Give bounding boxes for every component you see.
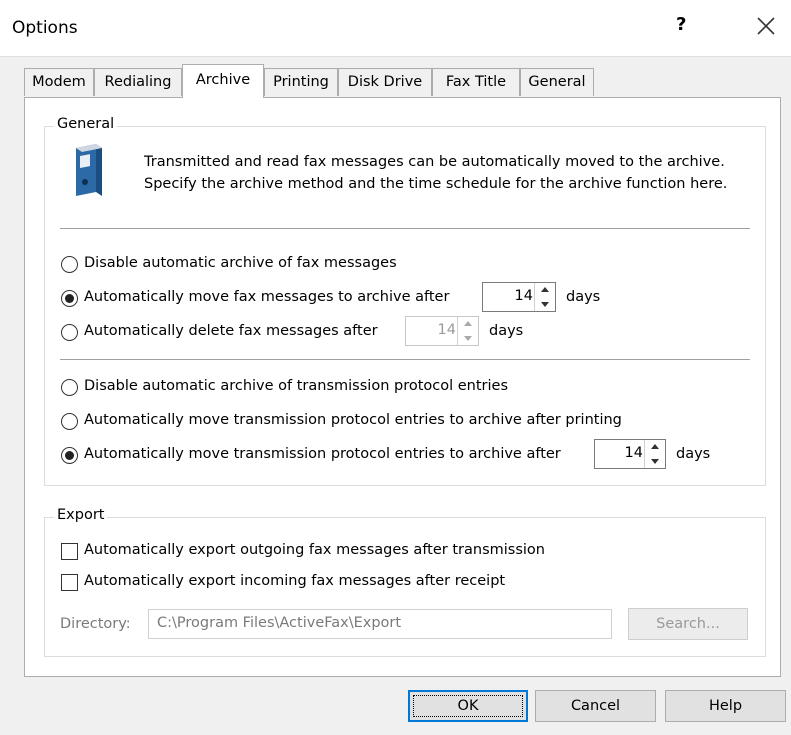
protocol-days-unit: days (676, 446, 711, 462)
help-button[interactable]: Help (665, 690, 786, 722)
general-group-legend: General (54, 116, 118, 132)
tab-modem[interactable]: Modem (24, 68, 94, 96)
protocol-days-value: 14 (624, 445, 643, 461)
directory-input[interactable]: C:\Program Files\ActiveFax\Export (148, 609, 612, 639)
label-export-outgoing: Automatically export outgoing fax messag… (84, 542, 545, 558)
spin-down-icon[interactable] (535, 297, 555, 311)
binder-icon (76, 144, 102, 196)
title-bar: Options ? (0, 0, 791, 57)
separator-2 (60, 359, 750, 360)
help-icon[interactable]: ? (676, 14, 686, 35)
radio-disable-fax-archive[interactable] (61, 256, 78, 273)
checkbox-export-outgoing[interactable] (61, 543, 78, 560)
close-button[interactable] (744, 6, 788, 46)
radio-disable-protocol-archive[interactable] (61, 379, 78, 396)
focus-rect (413, 695, 523, 717)
move-fax-days-spinner[interactable]: 14 (482, 282, 556, 312)
move-fax-days-value: 14 (514, 288, 533, 304)
label-disable-protocol-archive: Disable automatic archive of transmissio… (84, 378, 509, 394)
label-disable-fax-archive: Disable automatic archive of fax message… (84, 255, 397, 271)
tab-disk-drive[interactable]: Disk Drive (338, 68, 432, 96)
directory-label: Directory: (60, 616, 131, 632)
label-move-fax-archive: Automatically move fax messages to archi… (84, 289, 450, 305)
tab-redialing[interactable]: Redialing (94, 68, 182, 96)
label-delete-fax: Automatically delete fax messages after (84, 323, 378, 339)
options-dialog: Options ? Modem Redialing Archive Printi… (0, 0, 791, 735)
checkbox-export-incoming[interactable] (61, 574, 78, 591)
tab-general[interactable]: General (520, 68, 594, 96)
tab-fax-title[interactable]: Fax Title (432, 68, 520, 96)
delete-fax-days-spinner: 14 (405, 316, 479, 346)
window-title: Options (12, 18, 78, 38)
tab-printing[interactable]: Printing (264, 68, 338, 96)
separator-1 (60, 228, 750, 229)
move-fax-days-unit: days (566, 289, 601, 305)
archive-description: Transmitted and read fax messages can be… (144, 154, 728, 192)
radio-delete-fax[interactable] (61, 324, 78, 341)
search-button[interactable]: Search... (628, 608, 748, 640)
tab-archive[interactable]: Archive (182, 64, 264, 98)
radio-move-fax-archive[interactable] (61, 290, 78, 307)
delete-fax-days-value: 14 (437, 322, 456, 338)
cancel-button[interactable]: Cancel (535, 690, 656, 722)
radio-move-protocol-after-days[interactable] (61, 447, 78, 464)
export-group-legend: Export (54, 507, 108, 523)
spin-down-icon[interactable] (645, 454, 665, 468)
protocol-days-spinner[interactable]: 14 (594, 439, 666, 469)
delete-fax-days-unit: days (489, 323, 524, 339)
label-move-protocol-after-printing: Automatically move transmission protocol… (84, 412, 622, 428)
close-icon (757, 17, 775, 35)
ok-button[interactable]: OK (408, 690, 528, 722)
label-export-incoming: Automatically export incoming fax messag… (84, 573, 506, 589)
spin-up-icon[interactable] (645, 440, 665, 454)
spin-up-icon[interactable] (535, 283, 555, 297)
label-move-protocol-after-days: Automatically move transmission protocol… (84, 446, 561, 462)
spin-up-icon (458, 317, 478, 331)
radio-move-protocol-after-printing[interactable] (61, 413, 78, 430)
spin-down-icon (458, 331, 478, 345)
